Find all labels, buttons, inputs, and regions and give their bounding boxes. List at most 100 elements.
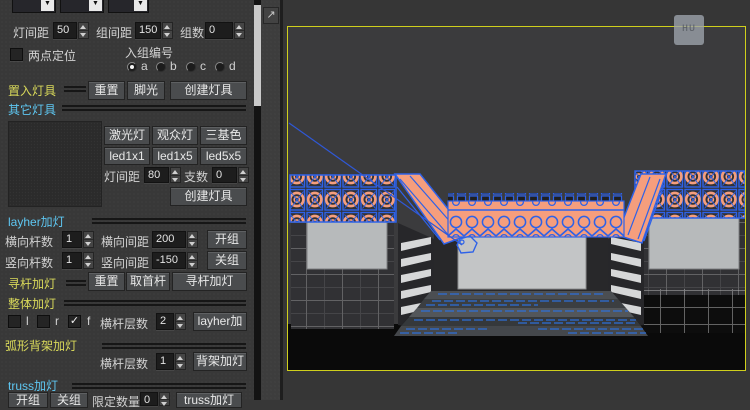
arc-layers-field[interactable]: 1 [156, 353, 174, 370]
group-count-label: 组数 [180, 26, 205, 40]
front-checkbox-label: f [87, 314, 91, 328]
top-combo-1[interactable]: ▼ [12, 0, 56, 13]
group-count-field[interactable]: 0 [205, 22, 233, 39]
laser-light-button[interactable]: 激光灯 [104, 126, 150, 145]
dropdown-icon[interactable]: ▼ [134, 0, 147, 11]
front-checkbox[interactable]: ✓ [68, 315, 81, 328]
radio-a-label: a [141, 59, 148, 73]
foot-light-button[interactable]: 脚光 [127, 81, 165, 100]
v-gap-label: 竖向间距 [101, 256, 150, 270]
group-count-spinner[interactable] [234, 22, 245, 39]
panel-scrollbar-thumb[interactable] [254, 5, 261, 106]
other-lamp-spacing-spinner[interactable] [170, 167, 181, 183]
radio-d-label: d [229, 59, 236, 73]
audience-light-button[interactable]: 观众灯 [152, 126, 198, 145]
spinner-up-icon[interactable] [176, 314, 185, 321]
led5x5-button[interactable]: led5x5 [200, 147, 247, 165]
lamp-spacing-field[interactable]: 50 [53, 22, 77, 39]
branch-count-field[interactable]: 0 [212, 167, 237, 183]
spinner-up-icon[interactable] [163, 23, 172, 30]
h-bar-count-field[interactable]: 1 [62, 231, 82, 248]
take-first-bar-button[interactable]: 取首杆 [126, 272, 170, 291]
truss-close-group-button[interactable]: 关组 [50, 392, 88, 408]
branch-count-spinner[interactable] [238, 167, 249, 183]
radio-c[interactable] [186, 62, 196, 72]
two-point-checkbox[interactable] [10, 48, 23, 61]
spinner-up-icon[interactable] [188, 253, 197, 260]
arc-add-button[interactable]: 背架加灯 [193, 352, 247, 371]
viewport[interactable]: HU [283, 0, 750, 400]
spinner-down-icon[interactable] [239, 174, 248, 183]
other-lamp-spacing-field[interactable]: 80 [144, 167, 169, 183]
led1x5-button[interactable]: led1x5 [152, 147, 198, 165]
v-gap-field[interactable]: -150 [152, 252, 186, 269]
spinner-down-icon[interactable] [79, 30, 88, 38]
arc-title: 弧形背架加灯 [5, 339, 78, 353]
spinner-up-icon[interactable] [79, 23, 88, 30]
section-divider [66, 280, 86, 286]
spinner-down-icon[interactable] [176, 361, 185, 369]
dropdown-icon[interactable]: ▼ [89, 0, 102, 11]
led1x1-button[interactable]: led1x1 [104, 147, 150, 165]
spinner-up-icon[interactable] [84, 232, 93, 239]
other-lamp-spacing-label: 灯间距 [104, 170, 141, 184]
spinner-down-icon[interactable] [188, 260, 197, 268]
lamp-spacing-spinner[interactable] [78, 22, 89, 39]
spinner-up-icon[interactable] [84, 253, 93, 260]
place-reset-button[interactable]: 重置 [88, 81, 125, 100]
create-lights-button[interactable]: 创建灯具 [170, 81, 247, 100]
spinner-up-icon[interactable] [176, 354, 185, 361]
seek-add-lights-button[interactable]: 寻杆加灯 [172, 272, 247, 291]
viewport-nav-gizmo[interactable]: HU [674, 15, 704, 45]
group-spacing-spinner[interactable] [162, 22, 173, 39]
close-group-button[interactable]: 关组 [207, 251, 247, 270]
v-gap-spinner[interactable] [187, 252, 198, 269]
spinner-down-icon[interactable] [171, 174, 180, 183]
h-gap-spinner[interactable] [187, 231, 198, 248]
spinner-down-icon[interactable] [235, 30, 244, 38]
radio-d[interactable] [215, 62, 225, 72]
tricolor-light-button[interactable]: 三基色 [200, 126, 247, 145]
spinner-down-icon[interactable] [163, 30, 172, 38]
radio-a[interactable] [127, 62, 137, 72]
arc-layers-spinner[interactable] [175, 353, 186, 370]
truss-add-button[interactable]: truss加灯 [176, 392, 242, 408]
spinner-down-icon[interactable] [84, 239, 93, 247]
radio-b[interactable] [156, 62, 166, 72]
spinner-down-icon[interactable] [160, 398, 169, 405]
panel-gutter [261, 0, 280, 400]
group-spacing-field[interactable]: 150 [135, 22, 161, 39]
spinner-down-icon[interactable] [84, 260, 93, 268]
active-viewport-border [287, 26, 746, 371]
right-checkbox[interactable] [37, 315, 50, 328]
whole-layers-field[interactable]: 2 [156, 313, 174, 330]
group-no-label: 入组编号 [125, 46, 174, 60]
pan-rollout-icon[interactable]: ↗ [263, 7, 279, 24]
spinner-down-icon[interactable] [188, 239, 197, 247]
other-create-button[interactable]: 创建灯具 [170, 187, 247, 206]
place-lights-title: 置入灯具 [8, 84, 57, 98]
whole-layers-spinner[interactable] [175, 313, 186, 330]
other-lights-title: 其它灯具 [8, 103, 57, 117]
seek-reset-button[interactable]: 重置 [88, 272, 125, 291]
top-combo-2[interactable]: ▼ [60, 0, 104, 13]
left-checkbox[interactable] [8, 315, 21, 328]
dropdown-icon[interactable]: ▼ [41, 0, 54, 11]
truss-limit-field[interactable]: 0 [140, 392, 158, 406]
v-bar-count-spinner[interactable] [83, 252, 94, 269]
two-point-label: 两点定位 [28, 49, 77, 63]
spinner-up-icon[interactable] [188, 232, 197, 239]
spinner-down-icon[interactable] [176, 321, 185, 329]
open-group-button[interactable]: 开组 [207, 230, 247, 249]
branch-count-label: 支数 [184, 170, 209, 184]
whole-layher-button[interactable]: layher加灯 [193, 312, 247, 331]
section-divider [62, 105, 246, 111]
truss-limit-spinner[interactable] [159, 392, 170, 406]
h-gap-field[interactable]: 200 [152, 231, 186, 248]
top-combo-3[interactable]: ▼ [108, 0, 149, 13]
v-bar-count-field[interactable]: 1 [62, 252, 82, 269]
truss-open-group-button[interactable]: 开组 [8, 392, 48, 408]
spinner-up-icon[interactable] [235, 23, 244, 30]
h-bar-count-spinner[interactable] [83, 231, 94, 248]
viewport-scene [288, 27, 746, 370]
